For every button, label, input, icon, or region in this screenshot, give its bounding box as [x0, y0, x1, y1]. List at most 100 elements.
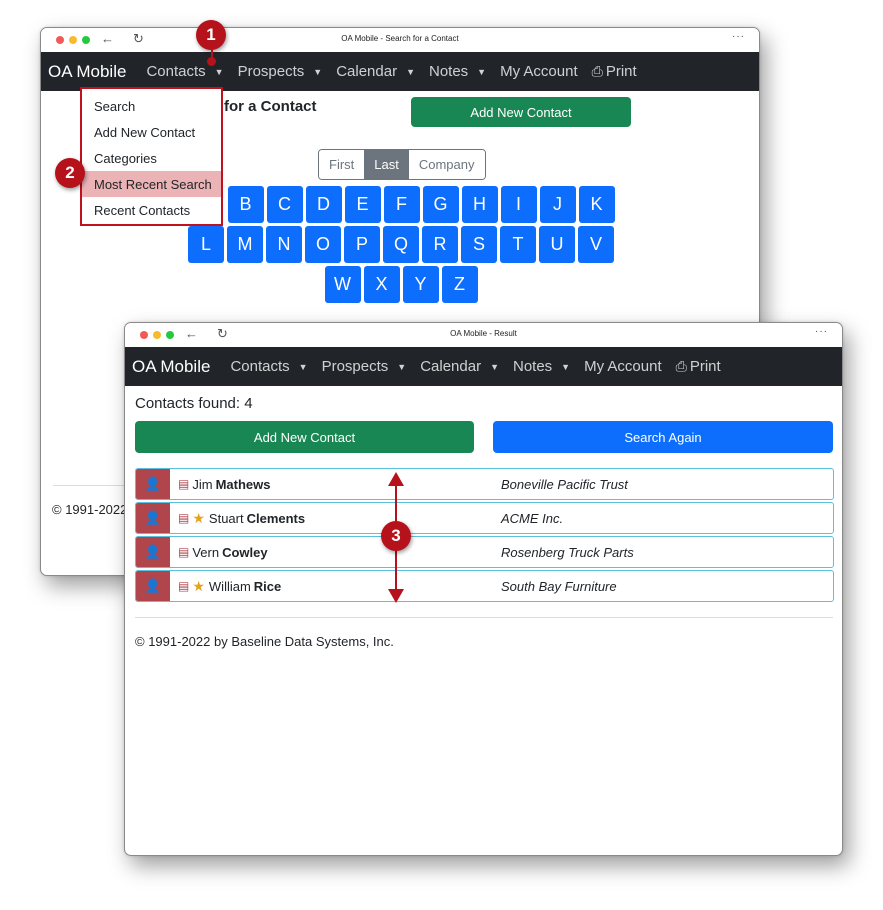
contact-row[interactable]: 👤 ▤ ★ Stuart Clements ACME Inc. [135, 502, 834, 534]
caret-down-icon: ▼ [561, 361, 571, 372]
menu-item-add-new-contact[interactable]: Add New Contact [82, 119, 221, 145]
window-title: OA Mobile - Result [450, 329, 517, 338]
letter-button[interactable]: D [305, 186, 342, 223]
add-new-contact-button[interactable]: Add New Contact [135, 421, 474, 453]
nav-print[interactable]: ⎙ Print [676, 358, 721, 375]
letter-button[interactable]: H [461, 186, 498, 223]
nav-notes-label: Notes [428, 63, 469, 80]
contact-row[interactable]: 👤 ▤ ★ William Rice South Bay Furniture [135, 570, 834, 602]
letter-button[interactable]: K [578, 186, 615, 223]
menu-item-recent-contacts[interactable]: Recent Contacts [82, 197, 221, 223]
letter-button[interactable]: Q [383, 226, 419, 263]
letter-button[interactable]: T [500, 226, 536, 263]
letter-button[interactable]: S [461, 226, 497, 263]
printer-icon: ⎙ [591, 63, 603, 79]
letter-button[interactable]: C [266, 186, 303, 223]
letter-button[interactable]: P [344, 226, 380, 263]
contact-name[interactable]: ▤ ★ Stuart Clements [170, 503, 501, 533]
contact-company: ACME Inc. [501, 510, 564, 526]
nav-notes[interactable]: Notes ▼ [513, 358, 570, 375]
letter-button[interactable]: I [500, 186, 537, 223]
nav-prospects[interactable]: Prospects ▼ [238, 63, 323, 80]
nav-contacts-label: Contacts [230, 358, 290, 375]
person-icon[interactable]: 👤 [136, 537, 170, 567]
contact-row[interactable]: 👤 ▤ Jim Mathews Boneville Pacific Trust [135, 468, 834, 500]
callout-pointer-dot [207, 57, 216, 66]
letter-button[interactable]: V [578, 226, 614, 263]
result-window: ← ↻ OA Mobile - Result ··· OA Mobile Con… [124, 322, 843, 856]
contact-company: Boneville Pacific Trust [501, 476, 628, 492]
letter-button[interactable]: G [422, 186, 459, 223]
contact-name[interactable]: ▤ Jim Mathews [170, 469, 501, 499]
nav-print[interactable]: ⎙ Print [592, 63, 637, 80]
title-bar: ← ↻ OA Mobile - Search for a Contact ··· [41, 28, 759, 52]
nav-prospects-label: Prospects [321, 358, 389, 375]
letter-button[interactable]: F [383, 186, 420, 223]
mode-company-button[interactable]: Company [408, 150, 485, 179]
caret-down-icon: ▼ [214, 66, 224, 77]
contact-name[interactable]: ▤ Vern Cowley [170, 537, 501, 567]
mode-last-button[interactable]: Last [364, 150, 409, 179]
contact-name[interactable]: ▤ ★ William Rice [170, 571, 501, 601]
letter-row: LMNOPQRSTUV [41, 226, 759, 263]
person-icon[interactable]: 👤 [136, 503, 170, 533]
clipboard-icon: ▤ [178, 545, 190, 559]
menu-item-most-recent-search[interactable]: Most Recent Search [82, 171, 221, 197]
mode-first-button[interactable]: First [319, 150, 365, 179]
brand-link[interactable]: OA Mobile [48, 62, 126, 82]
contacts-found-count: Contacts found: 4 [135, 395, 253, 412]
contact-first-name: Vern [192, 544, 220, 560]
navbar: OA Mobile Contacts ▼ Prospects ▼ Calendar ▼… [125, 347, 842, 386]
brand-link[interactable]: OA Mobile [132, 357, 210, 377]
printer-icon: ⎙ [675, 358, 687, 374]
nav-calendar[interactable]: Calendar ▼ [420, 358, 499, 375]
arrow-up-icon [388, 472, 404, 486]
page-heading: for a Contact [224, 98, 317, 115]
nav-calendar[interactable]: Calendar ▼ [336, 63, 415, 80]
letter-button[interactable]: J [539, 186, 576, 223]
add-new-contact-button[interactable]: Add New Contact [411, 97, 631, 127]
letter-button[interactable]: O [305, 226, 341, 263]
person-icon[interactable]: 👤 [136, 571, 170, 601]
menu-item-categories[interactable]: Categories [82, 145, 221, 171]
caret-down-icon: ▼ [313, 66, 323, 77]
contact-company: Rosenberg Truck Parts [501, 544, 634, 560]
letter-button[interactable]: R [422, 226, 458, 263]
search-again-button[interactable]: Search Again [493, 421, 833, 453]
contact-last-name: Cowley [222, 544, 268, 560]
nav-my-account[interactable]: My Account [584, 358, 662, 375]
letter-button[interactable]: U [539, 226, 575, 263]
clipboard-icon: ▤ [178, 477, 190, 491]
caret-down-icon: ▼ [397, 361, 407, 372]
letter-button[interactable]: M [227, 226, 263, 263]
letter-button[interactable]: Y [402, 266, 439, 303]
more-icon[interactable]: ··· [732, 31, 745, 42]
nav-contacts[interactable]: Contacts ▼ [230, 358, 307, 375]
menu-item-search[interactable]: Search [82, 93, 221, 119]
caret-down-icon: ▼ [490, 361, 499, 372]
contact-company: South Bay Furniture [501, 578, 617, 594]
letter-button[interactable]: L [188, 226, 224, 263]
search-mode-toggle: First Last Company [318, 149, 486, 180]
letter-button[interactable]: N [266, 226, 302, 263]
letter-button[interactable]: X [363, 266, 400, 303]
contact-row[interactable]: 👤 ▤ Vern Cowley Rosenberg Truck Parts [135, 536, 834, 568]
nav-calendar-label: Calendar [420, 358, 482, 375]
letter-button[interactable]: W [324, 266, 361, 303]
navbar: OA Mobile Contacts ▼ Prospects ▼ Calendar ▼… [41, 52, 759, 91]
person-icon[interactable]: 👤 [136, 469, 170, 499]
arrow-down-icon [388, 589, 404, 603]
letter-button[interactable]: Z [441, 266, 478, 303]
nav-print-label: Print [689, 358, 721, 375]
nav-notes-label: Notes [512, 358, 553, 375]
nav-calendar-label: Calendar [336, 63, 398, 80]
nav-my-account[interactable]: My Account [500, 63, 578, 80]
more-icon[interactable]: ··· [815, 326, 828, 337]
nav-notes[interactable]: Notes ▼ [429, 63, 486, 80]
letter-button[interactable]: B [227, 186, 264, 223]
caret-down-icon: ▼ [477, 66, 487, 77]
star-icon: ★ [192, 509, 205, 526]
footer-text: © 1991-2022 by Baseline Data Systems, In… [135, 634, 394, 649]
nav-prospects[interactable]: Prospects ▼ [322, 358, 407, 375]
letter-button[interactable]: E [344, 186, 381, 223]
